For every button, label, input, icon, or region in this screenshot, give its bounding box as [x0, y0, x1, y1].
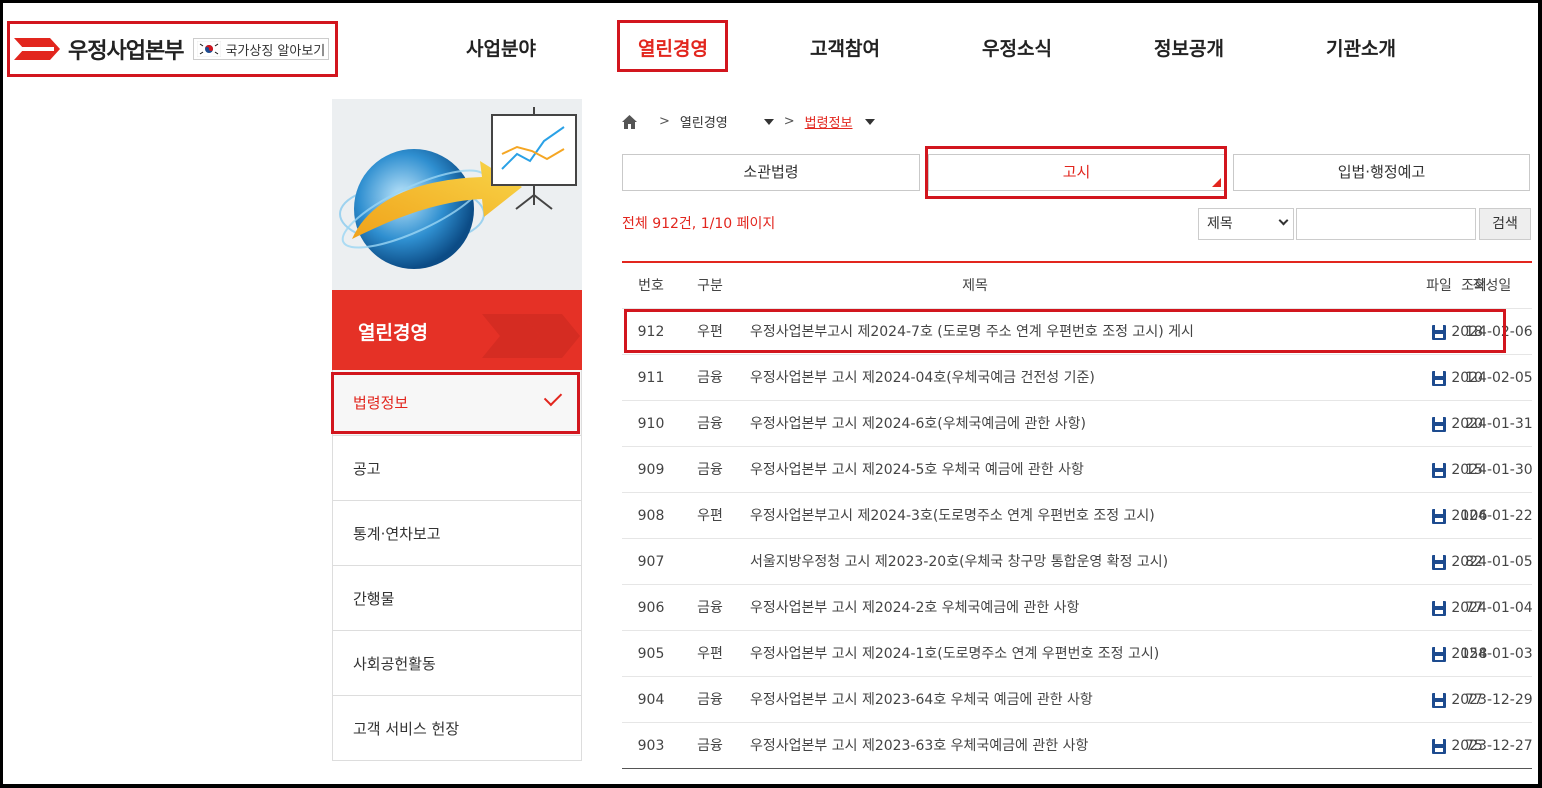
nav-customer[interactable]: 고객참여 — [810, 34, 880, 61]
nav-news[interactable]: 우정소식 — [982, 34, 1052, 61]
row-views: 106 — [1460, 508, 1488, 524]
row-views: 77 — [1465, 692, 1483, 708]
sidebar-item-notice[interactable]: 공고 — [333, 435, 581, 500]
breadcrumb-level1[interactable]: 열린경영 — [680, 112, 728, 131]
table-row[interactable]: 910 금융 우정사업본부 고시 제2024-6호(우체국예금에 관한 사항) 202… — [622, 401, 1533, 447]
row-title-link[interactable]: 서울지방우정청 고시 제2023-20호(우체국 창구망 통합운영 확정 고시) — [750, 539, 1168, 585]
sidebar-menu: 법령정보 공고 통계·연차보고 간행물 사회공헌활동 고객 서비스 헌장 — [332, 370, 582, 761]
sidebar-item-publications[interactable]: 간행물 — [333, 565, 581, 630]
search-button[interactable]: 검색 — [1479, 208, 1531, 240]
row-title-link[interactable]: 우정사업본부 고시 제2024-5호 우체국 예금에 관한 사항 — [750, 447, 1084, 493]
row-category: 금융 — [697, 692, 723, 708]
table-row[interactable]: 911 금융 우정사업본부 고시 제2024-04호(우체국예금 건전성 기준) 20… — [622, 355, 1533, 401]
row-views: 75 — [1465, 738, 1483, 754]
tab-announcement[interactable]: 고시 — [928, 154, 1225, 191]
row-title-link[interactable]: 우정사업본부 고시 제2024-04호(우체국예금 건전성 기준) — [750, 355, 1095, 401]
sidebar-title-text: 열린경영 — [358, 322, 428, 344]
row-category: 금융 — [697, 370, 723, 386]
sidebar-item-label: 간행물 — [353, 590, 395, 608]
row-category: 금융 — [697, 416, 723, 432]
table-row[interactable]: 908 우편 우정사업본부고시 제2024-3호(도로명주소 연계 우편번호 조정 … — [622, 493, 1533, 539]
global-nav: 사업분야 열린경영 고객참여 우정소식 정보공개 기관소개 — [0, 34, 1542, 64]
row-title-link[interactable]: 우정사업본부고시 제2024-7호 (도로명 주소 연계 우편번호 조정 고시)… — [750, 309, 1194, 355]
row-no: 912 — [637, 324, 665, 340]
row-category: 우편 — [697, 646, 723, 662]
active-corner-icon — [1212, 178, 1221, 187]
table-row[interactable]: 912 우편 우정사업본부고시 제2024-7호 (도로명 주소 연계 우편번호 조… — [622, 309, 1533, 355]
row-title-link[interactable]: 우정사업본부 고시 제2024-6호(우체국예금에 관한 사항) — [750, 401, 1086, 447]
watermark-logo-icon — [482, 314, 580, 358]
row-title-link[interactable]: 우정사업본부 고시 제2024-2호 우체국예금에 관한 사항 — [750, 585, 1079, 631]
nav-disclosure[interactable]: 정보공개 — [1154, 34, 1224, 61]
tab-legislative-notice[interactable]: 입법·행정예고 — [1233, 154, 1530, 191]
row-title-link[interactable]: 우정사업본부고시 제2024-3호(도로명주소 연계 우편번호 조정 고시) — [750, 493, 1155, 539]
row-category: 우편 — [697, 324, 723, 340]
nav-business[interactable]: 사업분야 — [466, 34, 536, 61]
notice-table: 번호 구분 제목 파일 작성일 조회 912 우편 우정사업본부고시 제2024-7… — [622, 261, 1533, 769]
row-title-link[interactable]: 우정사업본부 고시 제2023-63호 우체국예금에 관한 사항 — [750, 723, 1088, 769]
row-title-link[interactable]: 우정사업본부 고시 제2024-1호(도로명주소 연계 우편번호 조정 고시) — [750, 631, 1159, 677]
sidebar-title: 열린경영 — [332, 290, 582, 370]
row-no: 911 — [637, 370, 665, 386]
breadcrumb: > 열린경영 > 법령정보 — [622, 112, 875, 131]
sidebar-item-law-info[interactable]: 법령정보 — [333, 370, 581, 435]
caret-down-icon[interactable] — [763, 118, 774, 125]
search-input[interactable] — [1296, 208, 1476, 240]
tab-laws[interactable]: 소관법령 — [622, 154, 920, 191]
row-no: 903 — [637, 738, 665, 754]
sidebar-item-label: 사회공헌활동 — [353, 655, 436, 673]
row-views: 20 — [1465, 416, 1483, 432]
table-row[interactable]: 906 금융 우정사업본부 고시 제2024-2호 우체국예금에 관한 사항 2024… — [622, 585, 1533, 631]
row-category: 금융 — [697, 600, 723, 616]
table-row[interactable]: 905 우편 우정사업본부 고시 제2024-1호(도로명주소 연계 우편번호 조정… — [622, 631, 1533, 677]
row-views: 10 — [1465, 370, 1483, 386]
row-views: 18 — [1465, 324, 1483, 340]
row-no: 909 — [637, 462, 665, 478]
row-no: 907 — [637, 554, 665, 570]
home-icon[interactable] — [622, 114, 637, 129]
tab-label: 고시 — [1062, 163, 1091, 181]
table-row[interactable]: 903 금융 우정사업본부 고시 제2023-63호 우체국예금에 관한 사항 202… — [622, 723, 1533, 769]
sidebar-item-service-charter[interactable]: 고객 서비스 헌장 — [333, 695, 581, 760]
section-banner-image — [332, 99, 582, 290]
sidebar-item-statistics[interactable]: 통계·연차보고 — [333, 500, 581, 565]
caret-down-icon[interactable] — [864, 118, 875, 125]
row-views: 15 — [1465, 462, 1483, 478]
row-views: 82 — [1465, 554, 1483, 570]
result-summary: 전체 912건, 1/10 페이지 — [622, 216, 776, 232]
tab-label: 소관법령 — [743, 163, 799, 181]
breadcrumb-separator: > — [659, 114, 670, 129]
row-category: 금융 — [697, 462, 723, 478]
row-views: 77 — [1465, 600, 1483, 616]
row-no: 906 — [637, 600, 665, 616]
sidebar-item-label: 통계·연차보고 — [353, 525, 441, 543]
chevron-down-icon — [1278, 215, 1289, 226]
row-title-link[interactable]: 우정사업본부 고시 제2023-64호 우체국 예금에 관한 사항 — [750, 677, 1093, 723]
row-category: 금융 — [697, 738, 723, 754]
nav-open-management[interactable]: 열린경영 — [638, 34, 708, 61]
row-category: 우편 — [697, 508, 723, 524]
check-icon — [543, 387, 563, 407]
table-header: 번호 구분 제목 파일 작성일 조회 — [622, 263, 1532, 309]
row-no: 905 — [637, 646, 665, 662]
search-field-select[interactable]: 제목 — [1198, 208, 1294, 240]
sidebar-item-social-contribution[interactable]: 사회공헌활동 — [333, 630, 581, 695]
table-row[interactable]: 904 금융 우정사업본부 고시 제2023-64호 우체국 예금에 관한 사항 20… — [622, 677, 1533, 723]
sidebar-item-label: 고객 서비스 헌장 — [353, 720, 460, 738]
row-no: 910 — [637, 416, 665, 432]
select-value: 제목 — [1207, 216, 1233, 232]
header-views: 조회 — [1461, 278, 1487, 294]
sidebar-item-label: 법령정보 — [353, 394, 409, 412]
table-row[interactable]: 907 서울지방우정청 고시 제2023-20호(우체국 창구망 통합운영 확정 … — [622, 539, 1533, 585]
row-no: 904 — [637, 692, 665, 708]
tab-label: 입법·행정예고 — [1337, 163, 1426, 181]
sidebar-item-label: 공고 — [353, 460, 381, 478]
nav-about[interactable]: 기관소개 — [1326, 34, 1396, 61]
row-no: 908 — [637, 508, 665, 524]
table-row[interactable]: 909 금융 우정사업본부 고시 제2024-5호 우체국 예금에 관한 사항 202… — [622, 447, 1533, 493]
row-views: 158 — [1460, 646, 1488, 662]
breadcrumb-separator: > — [783, 114, 795, 129]
breadcrumb-level2[interactable]: 법령정보 — [805, 112, 853, 131]
